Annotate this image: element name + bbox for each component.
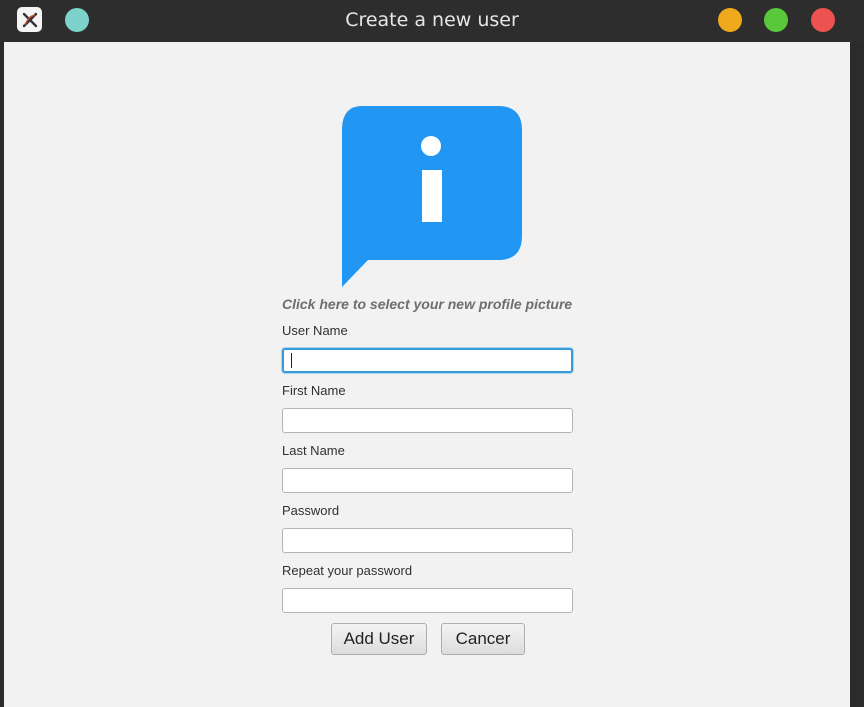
repeat-password-label: Repeat your password <box>282 563 413 578</box>
repeat-password-input[interactable] <box>282 588 573 613</box>
dialog-content: Click here to select your new profile pi… <box>4 42 850 707</box>
minimize-button[interactable] <box>718 8 742 32</box>
first-name-input[interactable] <box>282 408 573 433</box>
window-border <box>850 42 864 707</box>
last-name-label: Last Name <box>282 443 345 458</box>
first-name-label: First Name <box>282 383 346 398</box>
text-caret <box>291 353 292 368</box>
username-label: User Name <box>282 323 348 338</box>
info-speech-bubble-icon <box>342 106 522 287</box>
maximize-button[interactable] <box>764 8 788 32</box>
select-picture-link[interactable]: Click here to select your new profile pi… <box>282 296 572 312</box>
add-user-button[interactable]: Add User <box>331 623 427 655</box>
cancel-button[interactable]: Cancer <box>441 623 525 655</box>
password-input[interactable] <box>282 528 573 553</box>
last-name-input[interactable] <box>282 468 573 493</box>
app-window: Create a new user Click here to select y… <box>0 0 864 707</box>
title-bar[interactable]: Create a new user <box>0 0 864 42</box>
password-label: Password <box>282 503 340 518</box>
username-input[interactable] <box>282 348 573 373</box>
close-button[interactable] <box>811 8 835 32</box>
profile-picture-button[interactable] <box>338 104 526 290</box>
